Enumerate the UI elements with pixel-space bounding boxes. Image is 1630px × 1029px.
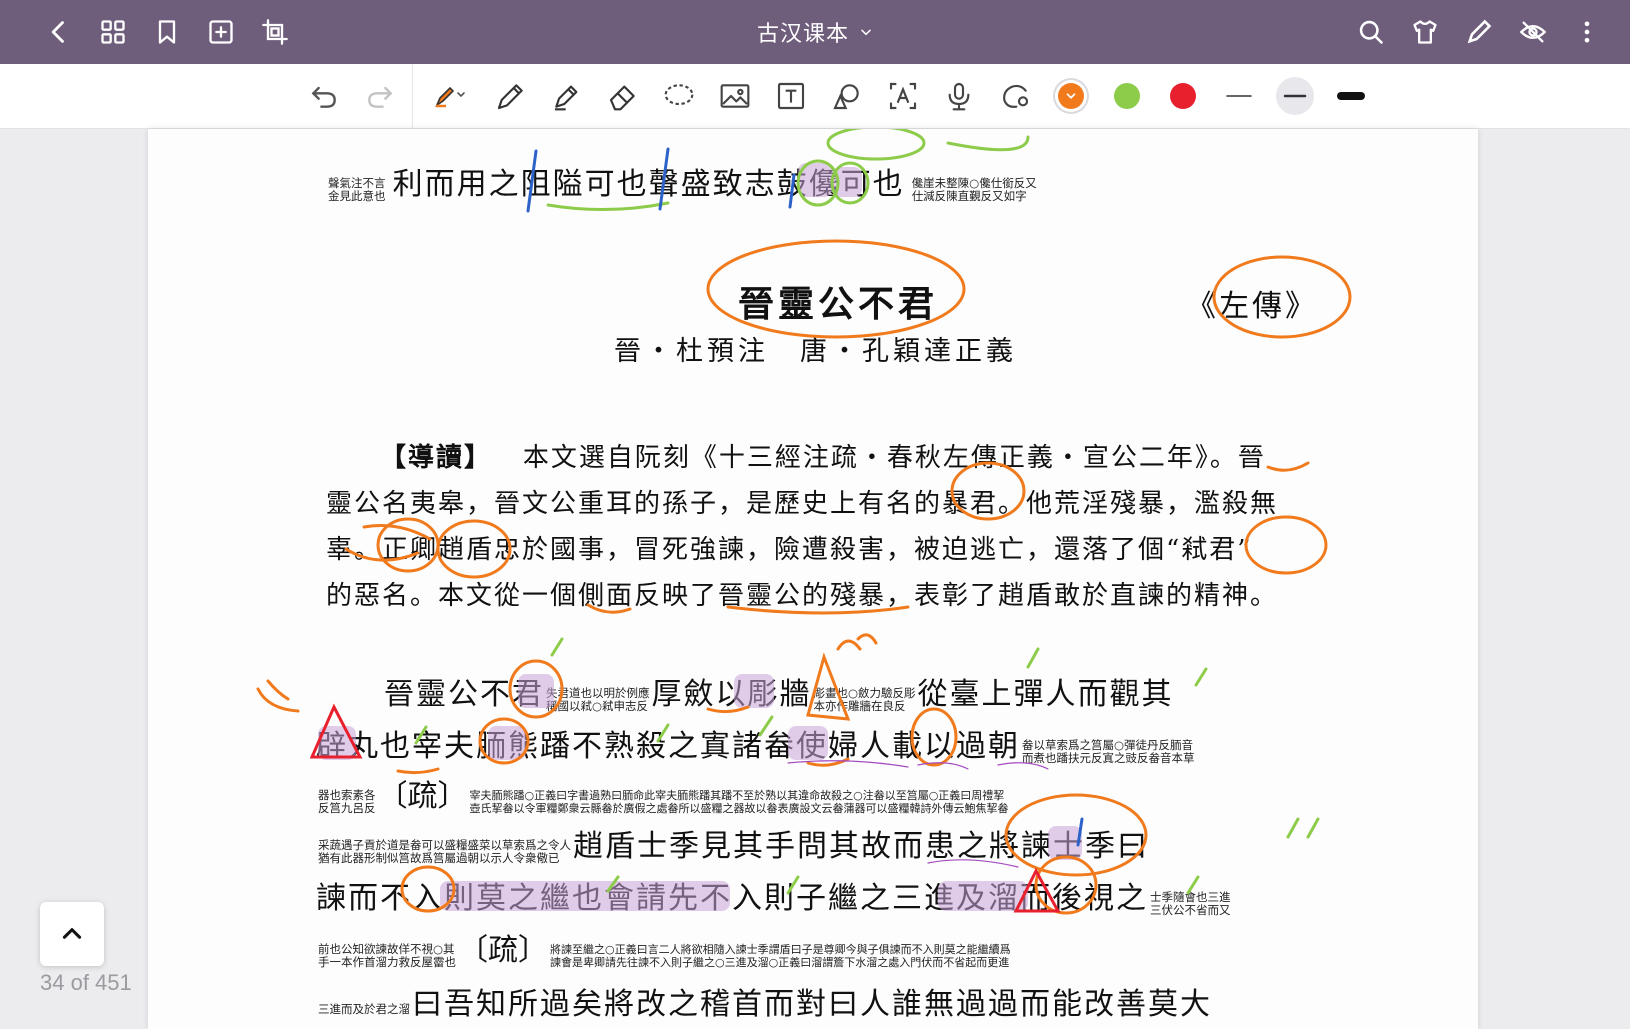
commentary-marker: 〔疏〕 <box>377 779 468 814</box>
shirt-icon[interactable] <box>1406 13 1444 51</box>
drawing-toolbar <box>0 64 1630 129</box>
pen-tool-icon[interactable] <box>483 68 539 124</box>
document-title: 古汉课本 <box>756 22 849 47</box>
intro-line: 辜。正卿趙盾忠於國事，冒死強諫，險遭殺害，被迫逃亡，還落了個“弒君” <box>326 535 1253 565</box>
color-swatch-orange[interactable] <box>1043 68 1099 124</box>
intro-line: 的惡名。本文從一個側面反映了晉靈公的殘暴，表彰了趙盾敢於直諫的精神。 <box>326 581 1279 611</box>
page-title: 晉靈公不君 <box>738 283 939 325</box>
main-text: 諫而不入則莫之繼也會請先不入則子繼之三進及溜而後視之 <box>316 881 1148 916</box>
byline: 晉・杜預注 唐・孔穎達正義 <box>614 336 1017 367</box>
scroll-to-top-button[interactable] <box>40 902 104 966</box>
eye-off-icon[interactable] <box>1514 13 1552 51</box>
text-row: 晉靈公不君 失君道也以明於例應 稱國以弒○弒申志反 厚斂以彫牆 彫畫也○斂力驗反彫 本… <box>384 669 1174 713</box>
intro-paragraph: 【導讀】 本文選自阮刻《十三經注疏・春秋左傳正義・宣公二年》。晉 靈公名夷皋，晉… <box>326 435 1326 619</box>
source-label: 《左傳》 <box>1186 289 1318 324</box>
main-text: 趙盾士季見其手問其故而患之將諫士季曰 <box>573 829 1149 864</box>
redo-icon[interactable] <box>352 68 408 124</box>
annotation-note: 前也公知欲諫故佯不視○其 手一本作首溜力救反屋霤也 <box>318 941 456 969</box>
text-recognition-icon[interactable] <box>875 68 931 124</box>
lasso-icon[interactable] <box>651 68 707 124</box>
annotation-note: 器也索素各 反筥九呂反 <box>318 787 376 815</box>
stroke-thin[interactable] <box>1211 68 1267 124</box>
chevron-down-icon <box>859 20 873 45</box>
toolbar-divider <box>412 64 413 128</box>
color-swatch-red[interactable] <box>1155 68 1211 124</box>
pen-icon[interactable] <box>1460 13 1498 51</box>
main-text: 辟丸也宰夫胹熊蹯不熟殺之寘諸畚使婦人載以過朝 <box>316 729 1020 764</box>
top-app-bar: 古汉课本 <box>0 0 1630 64</box>
laser-icon[interactable] <box>987 68 1043 124</box>
shape-icon[interactable] <box>819 68 875 124</box>
eraser-icon[interactable] <box>595 68 651 124</box>
marker-icon[interactable] <box>539 68 595 124</box>
commentary-marker: 〔疏〕 <box>458 933 548 968</box>
annotation-note: 士季隨會也三進 三伏公不省而又 <box>1150 889 1231 917</box>
search-icon[interactable] <box>1352 13 1390 51</box>
mic-icon[interactable] <box>931 68 987 124</box>
annotation-note: 失君道也以明於例應 稱國以弒○弒申志反 <box>546 685 650 713</box>
stroke-thick[interactable] <box>1323 68 1379 124</box>
color-swatch-green[interactable] <box>1099 68 1155 124</box>
commentary-text: 將諫至繼之○正義曰言二人將欲相隨入諫士季謂盾曰子是尊卿今與子俱諫而不入則莫之能繼… <box>550 942 1011 969</box>
annotation-note: 彫畫也○斂力驗反彫 本亦作雕牆在良反 <box>813 685 916 713</box>
text-row: 辟丸也宰夫胹熊蹯不熟殺之寘諸畚使婦人載以過朝 畚以草索爲之筥屬○彈徒丹反胹音 而煮… <box>316 721 1197 765</box>
annotation-note: 三進而及於君之溜 <box>318 1002 410 1016</box>
commentary-row: 器也索素各 反筥九呂反〔疏〕 宰夫胹熊蹯○正義曰字書過熟曰胹命此宰夫胹熊蹯其蹯不至… <box>316 771 1011 815</box>
stroke-medium[interactable] <box>1267 68 1323 124</box>
image-icon[interactable] <box>707 68 763 124</box>
main-text: 晉靈公不君 <box>384 677 544 712</box>
main-text: 利而用之阻隘可也聲盛致志鼓儳可也 <box>392 167 905 202</box>
intro-line: 靈公名夷皋，晉文公重耳的孫子，是歷史上有名的暴君。他荒淫殘暴，濫殺無 <box>326 489 1279 519</box>
annotation-note: 聲氣注不言 金見此意也 <box>328 175 386 203</box>
commentary-row: 前也公知欲諫故佯不視○其 手一本作首溜力救反屋霤也〔疏〕 將諫至繼之○正義曰言二人… <box>316 925 1013 969</box>
undo-icon[interactable] <box>296 68 352 124</box>
intro-label: 【導讀】 <box>380 443 493 473</box>
text-row: 諫而不入則莫之繼也會請先不入則子繼之三進及溜而後視之 士季隨會也三進 三伏公不省而… <box>316 873 1233 917</box>
main-text: 厚斂以彫牆 <box>651 677 812 712</box>
text-row: 三進而及於君之溜曰吾知所過矣將改之稽首而對曰人誰無過過而能改善莫大 <box>316 979 1212 1023</box>
text-icon[interactable] <box>763 68 819 124</box>
intro-line: 本文選自阮刻《十三經注疏・春秋左傳正義・宣公二年》。晉 <box>522 443 1266 473</box>
top-bar-right-group <box>1352 0 1606 64</box>
annotation-note: 畚以草索爲之筥屬○彈徒丹反胹音 而煮也蹯扶元反寘之豉反畚音本草 <box>1022 737 1195 765</box>
more-icon[interactable] <box>1568 13 1606 51</box>
annotation-note: 儳崖未整陳○儳仕銜反又 仕減反陳直覲反又如字 <box>911 175 1037 203</box>
document-page[interactable]: 聲氣注不言 金見此意也 利而用之阻隘可也聲盛致志鼓儳可也 儳崖未整陳○儳仕銜反又… <box>148 129 1478 1029</box>
main-text: 從臺上彈人而觀其 <box>917 677 1174 712</box>
text-row: 采蔬遇子貢於道是畚可以盛糧盛菜以草索爲之令人 猶有此器形制似筥故爲筥屬過朝以示人… <box>316 821 1149 865</box>
top-text-line: 聲氣注不言 金見此意也 利而用之阻隘可也聲盛致志鼓儳可也 儳崖未整陳○儳仕銜反又… <box>326 159 1039 203</box>
main-text: 曰吾知所過矣將改之稽首而對曰人誰無過過而能改善莫大 <box>412 987 1212 1022</box>
chevron-up-icon <box>62 928 82 939</box>
commentary-text: 宰夫胹熊蹯○正義曰字書過熟曰胹命此宰夫胹熊蹯其蹯不至於熟以其違命故殺之○注畚以至… <box>469 788 1009 815</box>
page-counter: 34 of 451 <box>40 970 132 995</box>
annotation-note: 采蔬遇子貢於道是畚可以盛糧盛菜以草索爲之令人 猶有此器形制似筥故爲筥屬過朝以示人… <box>318 837 571 865</box>
highlighter-icon[interactable] <box>417 68 483 124</box>
